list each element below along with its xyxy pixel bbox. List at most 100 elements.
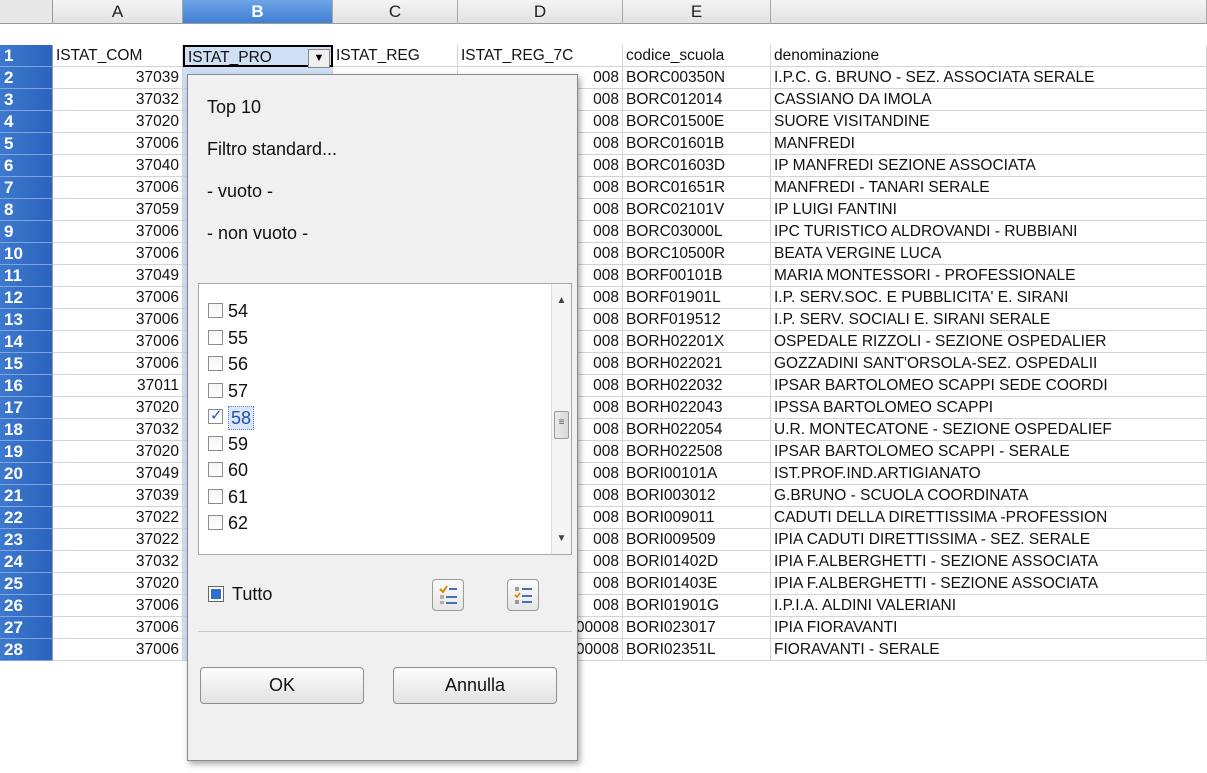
cell-denominazione[interactable]: U.R. MONTECATONE - SEZIONE OSPEDALIEF xyxy=(771,419,1207,441)
cell-istat-com[interactable]: 37039 xyxy=(53,67,183,89)
select-unchecked-button[interactable] xyxy=(507,579,539,611)
checkbox[interactable] xyxy=(208,515,223,530)
checkbox[interactable] xyxy=(208,303,223,318)
cell-istat-com[interactable]: 37020 xyxy=(53,111,183,133)
cell-istat-com[interactable]: 37032 xyxy=(53,551,183,573)
cell-denominazione[interactable]: CASSIANO DA IMOLA xyxy=(771,89,1207,111)
cancel-button[interactable]: Annulla xyxy=(393,667,557,704)
row-header[interactable]: 25 xyxy=(0,573,53,595)
cell-denominazione[interactable]: IP LUIGI FANTINI xyxy=(771,199,1207,221)
cell-denominazione[interactable]: GOZZADINI SANT'ORSOLA-SEZ. OSPEDALII xyxy=(771,353,1207,375)
scroll-thumb[interactable]: ≡ xyxy=(554,411,569,439)
column-header-e[interactable]: E xyxy=(623,0,771,24)
cell-denominazione[interactable]: I.P. SERV. SOCIALI E. SIRANI SERALE xyxy=(771,309,1207,331)
cell-codice-scuola[interactable]: BORC03000L xyxy=(623,221,771,243)
autofilter-dropdown-button[interactable]: ▼ xyxy=(308,49,330,68)
value-checklist[interactable]: 54 55 56 57 58 59 60 61 62 ▲ ≡ ▼ xyxy=(198,283,572,555)
cell-denominazione[interactable]: G.BRUNO - SCUOLA COORDINATA xyxy=(771,485,1207,507)
cell-denominazione[interactable]: I.P.I.A. ALDINI VALERIANI xyxy=(771,595,1207,617)
cell-istat-com[interactable]: 37006 xyxy=(53,221,183,243)
row-header[interactable]: 14 xyxy=(0,331,53,353)
filter-value-item[interactable]: 61 xyxy=(208,484,538,510)
arrow-up-icon[interactable]: ▲ xyxy=(555,294,568,307)
filter-value-item[interactable]: 59 xyxy=(208,431,538,457)
row-header[interactable]: 11 xyxy=(0,265,53,287)
cell-codice-scuola[interactable]: BORH022021 xyxy=(623,353,771,375)
cell-denominazione[interactable]: IPIA F.ALBERGHETTI - SEZIONE ASSOCIATA xyxy=(771,573,1207,595)
cell-codice-scuola[interactable]: BORH022032 xyxy=(623,375,771,397)
checkbox[interactable] xyxy=(208,488,223,504)
menu-empty[interactable]: - vuoto - xyxy=(207,181,273,202)
cell-denominazione[interactable]: IPIA FIORAVANTI xyxy=(771,617,1207,639)
row-header[interactable]: 13 xyxy=(0,309,53,331)
row-header[interactable]: 28 xyxy=(0,639,53,661)
cell-istat-com[interactable]: 37049 xyxy=(53,463,183,485)
filter-value-item[interactable]: 56 xyxy=(208,351,538,377)
cell-denominazione[interactable]: IPSSA BARTOLOMEO SCAPPI xyxy=(771,397,1207,419)
checkbox[interactable] xyxy=(208,329,223,345)
row-header[interactable]: 16 xyxy=(0,375,53,397)
row-header[interactable]: 6 xyxy=(0,155,53,177)
cell-istat-com[interactable]: 37006 xyxy=(53,617,183,639)
cell-denominazione[interactable]: IPSAR BARTOLOMEO SCAPPI SEDE COORDI xyxy=(771,375,1207,397)
row-header[interactable]: 1 xyxy=(0,45,53,67)
cell-istat-com[interactable]: 37006 xyxy=(53,353,183,375)
cell-denominazione[interactable]: IST.PROF.IND.ARTIGIANATO xyxy=(771,463,1207,485)
row-header[interactable]: 12 xyxy=(0,287,53,309)
cell-istat-com[interactable]: 37049 xyxy=(53,265,183,287)
row-header[interactable]: 4 xyxy=(0,111,53,133)
row-header[interactable]: 15 xyxy=(0,353,53,375)
cell-istat-com[interactable]: 37040 xyxy=(53,155,183,177)
cell-codice-scuola[interactable]: BORC012014 xyxy=(623,89,771,111)
cell-denominazione[interactable]: CADUTI DELLA DIRETTISSIMA -PROFESSION xyxy=(771,507,1207,529)
menu-standard-filter[interactable]: Filtro standard... xyxy=(207,139,337,160)
filter-value-item[interactable]: 54 xyxy=(208,298,538,324)
cell-istat-com[interactable]: 37006 xyxy=(53,133,183,155)
cell-codice-scuola[interactable]: BORF00101B xyxy=(623,265,771,287)
checkbox[interactable] xyxy=(208,356,223,371)
cell-denominazione[interactable]: MARIA MONTESSORI - PROFESSIONALE xyxy=(771,265,1207,287)
header-cell-5[interactable]: denominazione xyxy=(771,45,1207,67)
filter-value-item[interactable]: 60 xyxy=(208,457,538,483)
cell-codice-scuola[interactable]: BORI01901G xyxy=(623,595,771,617)
row-header[interactable]: 8 xyxy=(0,199,53,221)
cell-codice-scuola[interactable]: BORC01651R xyxy=(623,177,771,199)
row-header[interactable]: 20 xyxy=(0,463,53,485)
filter-value-item[interactable]: 55 xyxy=(208,325,538,351)
cell-denominazione[interactable]: I.P. SERV.SOC. E PUBBLICITA' E. SIRANI xyxy=(771,287,1207,309)
cell-codice-scuola[interactable]: BORI009509 xyxy=(623,529,771,551)
cell-istat-com[interactable]: 37006 xyxy=(53,595,183,617)
filter-value-item[interactable]: 57 xyxy=(208,378,538,404)
row-header[interactable]: 23 xyxy=(0,529,53,551)
header-cell-2[interactable]: ISTAT_REG xyxy=(333,45,458,67)
cell-istat-com[interactable]: 37006 xyxy=(53,177,183,199)
cell-istat-com[interactable]: 37006 xyxy=(53,287,183,309)
cell-denominazione[interactable]: FIORAVANTI - SERALE xyxy=(771,639,1207,661)
header-cell-0[interactable]: ISTAT_COM xyxy=(53,45,183,67)
row-header[interactable]: 7 xyxy=(0,177,53,199)
cell-denominazione[interactable]: IPSAR BARTOLOMEO SCAPPI - SERALE xyxy=(771,441,1207,463)
cell-denominazione[interactable]: IPC TURISTICO ALDROVANDI - RUBBIANI xyxy=(771,221,1207,243)
cell-istat-com[interactable]: 37006 xyxy=(53,309,183,331)
cell-codice-scuola[interactable]: BORI00101A xyxy=(623,463,771,485)
filter-value-item[interactable]: 62 xyxy=(208,510,538,536)
cell-codice-scuola[interactable]: BORI009011 xyxy=(623,507,771,529)
cell-istat-com[interactable]: 37039 xyxy=(53,485,183,507)
cell-denominazione[interactable]: SUORE VISITANDINE xyxy=(771,111,1207,133)
row-header[interactable]: 2 xyxy=(0,67,53,89)
ok-button[interactable]: OK xyxy=(200,667,364,704)
cell-denominazione[interactable]: I.P.C. G. BRUNO - SEZ. ASSOCIATA SERALE xyxy=(771,67,1207,89)
cell-denominazione[interactable]: OSPEDALE RIZZOLI - SEZIONE OSPEDALIER xyxy=(771,331,1207,353)
cell-istat-com[interactable]: 37059 xyxy=(53,199,183,221)
cell-codice-scuola[interactable]: BORH02201X xyxy=(623,331,771,353)
cell-codice-scuola[interactable]: BORI003012 xyxy=(623,485,771,507)
cell-codice-scuola[interactable]: BORF01901L xyxy=(623,287,771,309)
cell-istat-com[interactable]: 37006 xyxy=(53,639,183,661)
row-header[interactable]: 9 xyxy=(0,221,53,243)
cell-istat-com[interactable]: 37032 xyxy=(53,419,183,441)
cell-codice-scuola[interactable]: BORH022043 xyxy=(623,397,771,419)
checkbox[interactable] xyxy=(208,406,223,424)
cell-istat-com[interactable]: 37032 xyxy=(53,89,183,111)
cell-istat-com[interactable]: 37020 xyxy=(53,397,183,419)
row-header[interactable]: 10 xyxy=(0,243,53,265)
